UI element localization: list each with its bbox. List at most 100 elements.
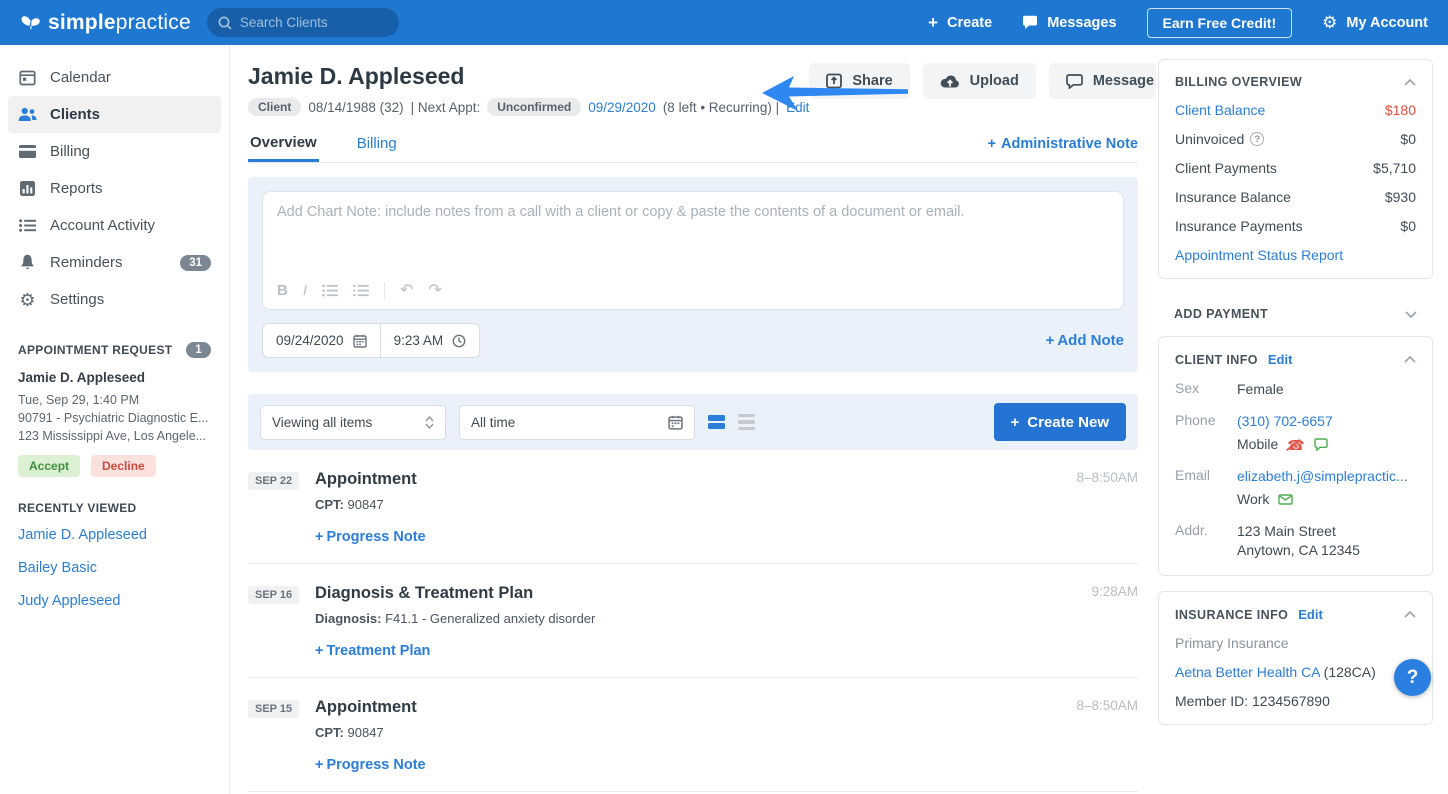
- chart-note-input[interactable]: [277, 204, 1109, 270]
- client-subheader: Client 08/14/1988 (32) | Next Appt: Unco…: [248, 98, 809, 116]
- calendar-icon: [352, 334, 367, 348]
- help-button[interactable]: ?: [1394, 659, 1431, 696]
- earn-free-credit-button[interactable]: Earn Free Credit!: [1146, 7, 1293, 38]
- add-note-button[interactable]: + Add Note: [1046, 332, 1124, 349]
- phone-disabled-icon: ☎: [1287, 436, 1305, 453]
- edit-insurance-info-link[interactable]: Edit: [1298, 607, 1323, 622]
- plus-icon: +: [315, 643, 324, 659]
- upload-button[interactable]: Upload: [922, 63, 1036, 99]
- list-view-toggle[interactable]: [738, 413, 755, 431]
- my-account-button[interactable]: ⚙ My Account: [1322, 14, 1428, 31]
- phone-number-link[interactable]: (310) 702-6657: [1237, 413, 1333, 429]
- timeline-filter-bar: Viewing all items All time + Create New: [248, 394, 1138, 450]
- sidebar-item-reminders[interactable]: Reminders 31: [8, 244, 221, 281]
- chevron-up-icon[interactable]: [1404, 611, 1416, 618]
- message-button[interactable]: Message: [1048, 63, 1156, 99]
- recently-viewed-link[interactable]: Judy Appleseed: [18, 593, 211, 609]
- insurance-balance-label: Insurance Balance: [1175, 189, 1291, 205]
- phone-label: Phone: [1175, 412, 1216, 428]
- bold-button[interactable]: B: [277, 282, 288, 299]
- italic-button[interactable]: I: [303, 282, 307, 299]
- sidebar-item-settings[interactable]: ⚙ Settings: [8, 281, 221, 318]
- client-balance-link[interactable]: Client Balance: [1175, 102, 1265, 118]
- item-type-filter-select[interactable]: Viewing all items: [260, 404, 446, 440]
- question-circle-icon[interactable]: ?: [1250, 132, 1265, 146]
- add-progress-note-link[interactable]: + Progress Note: [315, 529, 1076, 545]
- app-logo[interactable]: simplepractice: [20, 11, 191, 35]
- edit-client-info-link[interactable]: Edit: [1268, 352, 1293, 367]
- accept-button[interactable]: Accept: [18, 455, 81, 477]
- sidebar-item-clients[interactable]: Clients: [8, 96, 221, 133]
- timeline-list: SEP 22 Appointment 8–8:50AM CPT: 90847 +…: [248, 450, 1138, 794]
- plus-icon: +: [315, 529, 324, 545]
- appointment-status-report-link[interactable]: Appointment Status Report: [1175, 247, 1343, 263]
- add-progress-note-link[interactable]: + Progress Note: [315, 757, 1076, 773]
- calendar-icon: [668, 415, 683, 430]
- search-input[interactable]: [239, 15, 388, 30]
- decline-button[interactable]: Decline: [91, 455, 156, 477]
- billing-overview-card: BILLING OVERVIEW Client Balance $180 Unin…: [1158, 59, 1433, 279]
- appointment-request-datetime: Tue, Sep 29, 1:40 PM: [18, 393, 140, 407]
- timeline-row[interactable]: SEP 16 Diagnosis & Treatment Plan 9:28AM…: [248, 564, 1138, 678]
- edit-appt-link[interactable]: Edit: [786, 100, 809, 115]
- email-link[interactable]: elizabeth.j@simplepractic...: [1237, 468, 1408, 484]
- insurance-provider-link[interactable]: Aetna Better Health CA: [1175, 664, 1320, 680]
- timeline-date-badge: SEP 16: [248, 586, 300, 604]
- envelope-icon[interactable]: [1278, 494, 1294, 505]
- tab-billing[interactable]: Billing: [355, 135, 399, 162]
- create-new-button[interactable]: + Create New: [993, 403, 1126, 441]
- sidebar-item-reports[interactable]: Reports: [8, 170, 221, 207]
- timeline-row[interactable]: SEP 15 Appointment 8–8:50AM CPT: 90847 +…: [248, 678, 1138, 792]
- add-payment-section[interactable]: ADD PAYMENT: [1158, 294, 1433, 334]
- sidebar-item-calendar[interactable]: Calendar: [8, 59, 221, 96]
- address-line1: 123 Main Street: [1237, 523, 1336, 539]
- card-view-toggle[interactable]: [708, 415, 725, 429]
- timeline-row[interactable]: SEP 22 Appointment 8–8:50AM CPT: 90847 +…: [248, 450, 1138, 564]
- card-view-icon: [708, 415, 725, 429]
- gear-icon: ⚙: [1322, 13, 1338, 32]
- sidebar-item-billing[interactable]: Billing: [8, 133, 221, 170]
- credit-card-icon: [18, 145, 37, 158]
- recently-viewed-link[interactable]: Jamie D. Appleseed: [18, 527, 211, 543]
- appt-status-badge: Unconfirmed: [487, 98, 582, 116]
- timeline-title: Appointment: [315, 470, 417, 488]
- insurance-payments-value: $0: [1400, 218, 1416, 234]
- timeline-time: 8–8:50AM: [1076, 470, 1138, 485]
- sex-label: Sex: [1175, 380, 1200, 396]
- client-info-title: CLIENT INFO: [1175, 352, 1258, 367]
- insurance-payments-label: Insurance Payments: [1175, 218, 1303, 234]
- note-time-input[interactable]: 9:23 AM: [379, 324, 480, 357]
- sms-bubble-icon[interactable]: [1314, 438, 1328, 451]
- note-date-input[interactable]: 09/24/2020: [263, 324, 380, 357]
- chart-note-editor[interactable]: B I ↶ ↷: [262, 191, 1124, 310]
- appointment-request-client: Jamie D. Appleseed: [18, 370, 146, 385]
- date-range-filter[interactable]: All time: [459, 404, 695, 440]
- appointment-request-service: 90791 - Psychiatric Diagnostic E...: [18, 411, 209, 425]
- create-button[interactable]: + Create: [928, 13, 992, 33]
- sidebar-item-account-activity[interactable]: Account Activity: [8, 207, 221, 244]
- tab-overview[interactable]: Overview: [248, 134, 319, 162]
- add-treatment-plan-link[interactable]: + Treatment Plan: [315, 643, 1091, 659]
- client-info-card: CLIENT INFO Edit Sex Female Phone (310) …: [1158, 336, 1433, 576]
- chevron-down-icon: [1405, 310, 1417, 318]
- note-datetime-group: 09/24/2020 9:23 AM: [262, 323, 481, 358]
- undo-icon[interactable]: ↶: [400, 280, 413, 300]
- client-detail-main: Jamie D. Appleseed Client 08/14/1988 (32…: [230, 45, 1156, 794]
- bullet-list-button[interactable]: [322, 284, 338, 297]
- redo-icon[interactable]: ↷: [428, 280, 441, 300]
- search-clients-box[interactable]: [206, 8, 399, 37]
- numbered-list-button[interactable]: [353, 284, 369, 297]
- plus-icon: +: [315, 757, 324, 773]
- recently-viewed-link[interactable]: Bailey Basic: [18, 560, 211, 576]
- chevron-up-icon[interactable]: [1404, 78, 1416, 86]
- add-administrative-note-button[interactable]: + Administrative Note: [988, 136, 1138, 162]
- chevron-up-icon[interactable]: [1404, 356, 1416, 363]
- messages-button[interactable]: Messages: [1022, 15, 1117, 31]
- share-button[interactable]: Share: [809, 63, 910, 99]
- insurance-balance-value: $930: [1384, 189, 1416, 205]
- calendar-icon: [18, 69, 37, 86]
- left-sidebar: Calendar Clients Billing Reports Account…: [0, 45, 230, 794]
- bell-icon: [18, 254, 37, 271]
- phone-type: Mobile: [1237, 436, 1279, 452]
- next-appt-date-link[interactable]: 09/29/2020: [588, 100, 656, 115]
